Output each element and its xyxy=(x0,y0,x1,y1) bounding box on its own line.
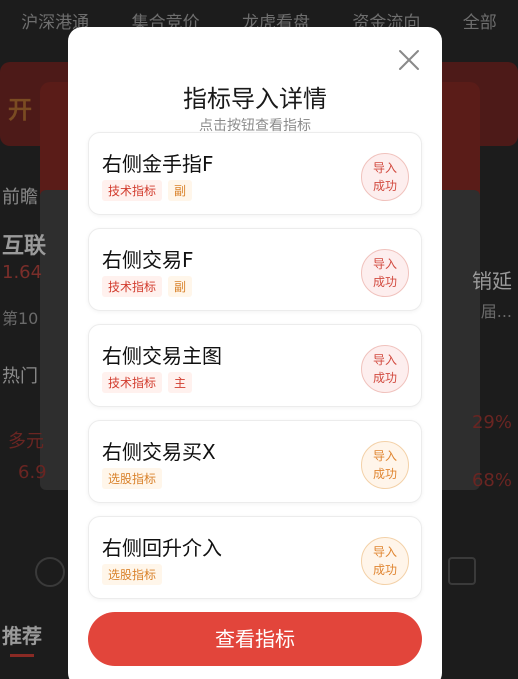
import-success-badge: 导入 成功 xyxy=(361,441,409,489)
view-indicators-button[interactable]: 查看指标 xyxy=(88,612,422,666)
close-icon xyxy=(399,50,419,70)
bg-text-preview: 前瞻 xyxy=(2,187,38,208)
badge-line-1: 导入 xyxy=(372,353,397,367)
dialog-title: 指标导入详情 xyxy=(183,85,327,113)
indicator-item[interactable]: 右侧交易买X 选股指标 导入 成功 xyxy=(88,420,422,503)
close-button[interactable] xyxy=(395,46,423,74)
indicator-name: 右侧交易F xyxy=(102,248,194,272)
import-success-badge: 导入 成功 xyxy=(361,345,409,393)
indicator-tags: 选股指标 xyxy=(102,468,163,489)
badge-line-1: 导入 xyxy=(372,449,397,463)
position-tag: 副 xyxy=(168,180,193,201)
position-tag: 主 xyxy=(168,372,193,393)
tab-all[interactable]: 全部 xyxy=(463,8,497,33)
position-tag: 副 xyxy=(168,276,193,297)
indicator-tags: 技术指标 主 xyxy=(102,372,193,393)
bg-text-number: 6.9 xyxy=(18,462,47,483)
type-tag: 技术指标 xyxy=(102,180,163,201)
badge-line-2: 成功 xyxy=(372,563,397,577)
tab-recommend[interactable]: 推荐 xyxy=(2,620,42,649)
bg-text-internet: 互联 xyxy=(2,234,47,259)
grid-icon[interactable] xyxy=(448,557,476,585)
bg-text-ellipsis: 届... xyxy=(480,302,512,321)
badge-line-1: 导入 xyxy=(372,161,397,175)
bg-text-multi: 多元 xyxy=(8,431,44,452)
badge-line-2: 成功 xyxy=(372,467,397,481)
bg-text-pct-2: 68% xyxy=(471,470,512,491)
import-success-badge: 导入 成功 xyxy=(361,537,409,585)
type-tag: 技术指标 xyxy=(102,372,163,393)
bg-text-delay: 销延 xyxy=(472,269,512,293)
import-success-badge: 导入 成功 xyxy=(361,153,409,201)
indicator-tags: 选股指标 xyxy=(102,564,163,585)
type-tag: 技术指标 xyxy=(102,276,163,297)
indicator-name: 右侧回升介入 xyxy=(102,536,222,560)
import-success-badge: 导入 成功 xyxy=(361,249,409,297)
badge-line-2: 成功 xyxy=(372,179,397,193)
indicator-tags: 技术指标 副 xyxy=(102,180,193,201)
badge-line-1: 导入 xyxy=(372,545,397,559)
bg-text-value: 1.64 xyxy=(2,262,43,283)
active-tab-indicator xyxy=(10,654,34,657)
type-tag: 选股指标 xyxy=(102,564,163,585)
badge-line-2: 成功 xyxy=(372,275,397,289)
badge-line-2: 成功 xyxy=(372,371,397,385)
indicator-tags: 技术指标 副 xyxy=(102,276,193,297)
indicator-name: 右侧金手指F xyxy=(102,152,214,176)
promo-text: 开 xyxy=(8,96,32,124)
indicator-item[interactable]: 右侧回升介入 选股指标 导入 成功 xyxy=(88,516,422,599)
type-tag: 选股指标 xyxy=(102,468,163,489)
indicator-item[interactable]: 右侧交易主图 技术指标 主 导入 成功 xyxy=(88,324,422,407)
bg-text-rank: 第10 xyxy=(2,309,39,328)
indicator-name: 右侧交易主图 xyxy=(102,344,222,368)
bg-text-pct-1: 29% xyxy=(471,412,512,433)
bg-text-hot: 热门 xyxy=(2,366,38,387)
indicator-item[interactable]: 右侧交易F 技术指标 副 导入 成功 xyxy=(88,228,422,311)
add-icon[interactable] xyxy=(35,557,65,587)
indicator-name: 右侧交易买X xyxy=(102,440,216,464)
indicator-item[interactable]: 右侧金手指F 技术指标 副 导入 成功 xyxy=(88,132,422,215)
indicator-import-dialog: 指标导入详情 点击按钮查看指标 右侧金手指F 技术指标 副 导入 成功 右侧交易… xyxy=(68,27,442,679)
badge-line-1: 导入 xyxy=(372,257,397,271)
